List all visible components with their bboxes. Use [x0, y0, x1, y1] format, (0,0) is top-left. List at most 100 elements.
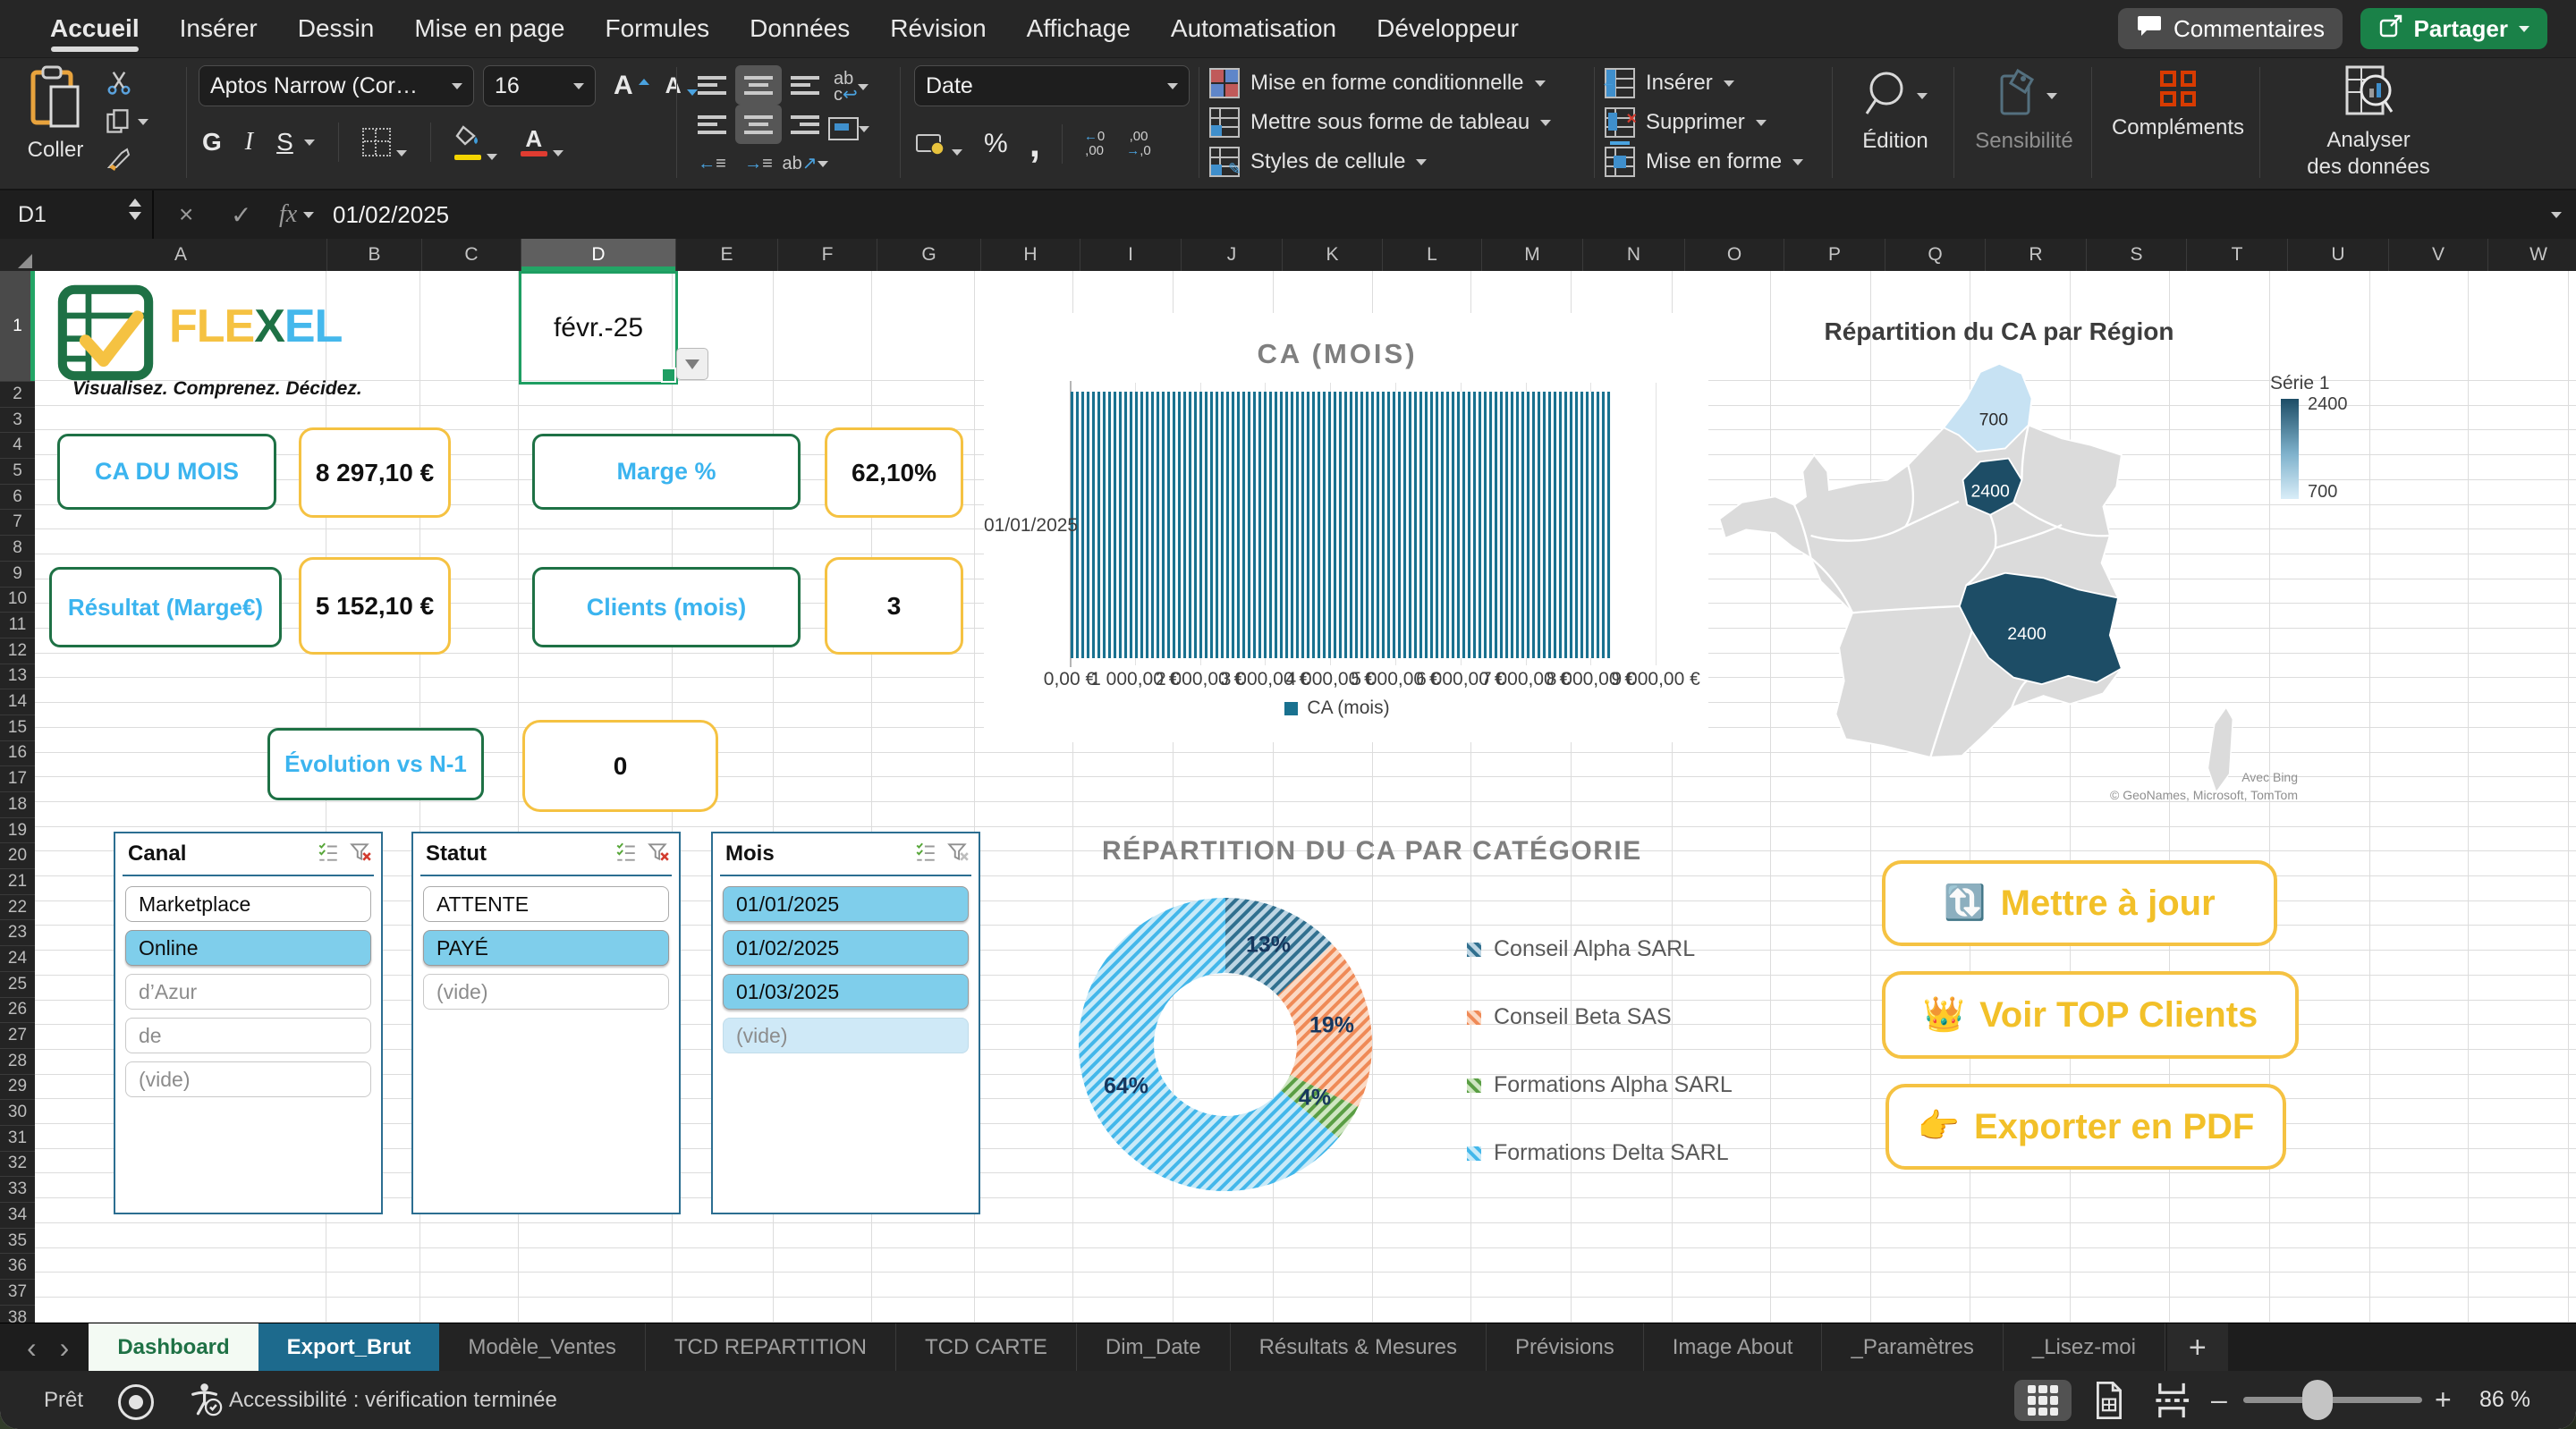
- fill-color-button[interactable]: [454, 124, 497, 160]
- borders-button[interactable]: [362, 128, 407, 156]
- formula-input[interactable]: 01/02/2025: [333, 190, 449, 239]
- column-header-U[interactable]: U: [2288, 239, 2389, 271]
- conditional-formatting-button[interactable]: Mise en forme conditionnelle: [1209, 63, 1592, 103]
- row-header-4[interactable]: 4: [0, 433, 35, 459]
- slicer-item[interactable]: PAYÉ: [423, 930, 669, 966]
- sheet-tab-pr-visions[interactable]: Prévisions: [1487, 1323, 1644, 1372]
- font-size-select[interactable]: 16: [483, 65, 596, 106]
- clear-filter-icon[interactable]: [946, 841, 970, 868]
- column-header-W[interactable]: W: [2488, 239, 2576, 271]
- slicer-item[interactable]: (vide): [125, 1061, 371, 1097]
- decrease-decimal-button[interactable]: ,00→,0: [1126, 130, 1151, 158]
- cancel-icon[interactable]: ×: [179, 190, 193, 239]
- row-header-33[interactable]: 33: [0, 1177, 35, 1203]
- merge-center-button[interactable]: [828, 117, 869, 140]
- cell-styles-button[interactable]: ✎ Styles de cellule: [1209, 142, 1592, 182]
- wrap-text-button[interactable]: abc↩: [834, 71, 869, 103]
- slicer-mois[interactable]: Mois01/01/202501/02/202501/03/2025(vide): [711, 832, 980, 1214]
- row-header-26[interactable]: 26: [0, 998, 35, 1024]
- slicer-item[interactable]: ATTENTE: [423, 886, 669, 922]
- row-header-17[interactable]: 17: [0, 766, 35, 792]
- menu-tab-automatisation[interactable]: Automatisation: [1171, 0, 1336, 57]
- tabs-scroll-right-icon[interactable]: ›: [60, 1332, 70, 1365]
- row-header-10[interactable]: 10: [0, 588, 35, 613]
- menu-tab-d-veloppeur[interactable]: Développeur: [1377, 0, 1519, 57]
- menu-tab-r-vision[interactable]: Révision: [890, 0, 986, 57]
- row-header-1[interactable]: 1: [0, 271, 35, 382]
- data-validation-dropdown[interactable]: [676, 348, 708, 380]
- zoom-out-button[interactable]: –: [2211, 1371, 2227, 1429]
- zoom-slider[interactable]: [2243, 1397, 2422, 1403]
- row-header-21[interactable]: 21: [0, 869, 35, 895]
- row-header-20[interactable]: 20: [0, 843, 35, 869]
- page-layout-view-button[interactable]: [2084, 1380, 2134, 1421]
- sheet-tab-mod-le-ventes[interactable]: Modèle_Ventes: [439, 1323, 645, 1372]
- menu-tab-affichage[interactable]: Affichage: [1027, 0, 1131, 57]
- normal-view-button[interactable]: [2014, 1380, 2072, 1421]
- row-header-34[interactable]: 34: [0, 1203, 35, 1229]
- column-header-K[interactable]: K: [1283, 239, 1383, 271]
- align-right-button[interactable]: [782, 105, 828, 144]
- align-bottom-button[interactable]: [782, 65, 828, 105]
- row-header-23[interactable]: 23: [0, 920, 35, 946]
- menu-tab-accueil[interactable]: Accueil: [50, 0, 140, 57]
- sheet-tab-dashboard[interactable]: Dashboard: [89, 1323, 258, 1372]
- align-center-button[interactable]: [735, 105, 782, 144]
- slicer-item[interactable]: de: [125, 1018, 371, 1053]
- column-header-D[interactable]: D: [521, 239, 676, 271]
- formula-bar-expand-icon[interactable]: [2551, 190, 2562, 239]
- row-header-32[interactable]: 32: [0, 1152, 35, 1178]
- active-cell-d1[interactable]: févr.-25: [519, 271, 678, 385]
- row-header-18[interactable]: 18: [0, 792, 35, 818]
- row-header-31[interactable]: 31: [0, 1126, 35, 1152]
- fill-handle[interactable]: [661, 368, 676, 383]
- increase-decimal-button[interactable]: ←0,00: [1084, 130, 1105, 158]
- sheet-tab-r-sultats-mesures[interactable]: Résultats & Mesures: [1231, 1323, 1487, 1372]
- paste-button[interactable]: Coller: [13, 65, 98, 163]
- donut-chart[interactable]: [1073, 892, 1377, 1196]
- sheet-tab--param-tres[interactable]: _Paramètres: [1822, 1323, 2003, 1372]
- increase-indent-button[interactable]: →≡: [735, 144, 782, 183]
- sheet-tab-image-about[interactable]: Image About: [1644, 1323, 1823, 1372]
- row-header-30[interactable]: 30: [0, 1100, 35, 1126]
- row-header-8[interactable]: 8: [0, 536, 35, 562]
- column-header-F[interactable]: F: [778, 239, 877, 271]
- zoom-percentage[interactable]: 86 %: [2479, 1371, 2530, 1429]
- page-break-view-button[interactable]: [2145, 1380, 2199, 1421]
- row-header-13[interactable]: 13: [0, 664, 35, 690]
- row-header-38[interactable]: 38: [0, 1306, 35, 1323]
- row-header-2[interactable]: 2: [0, 382, 35, 408]
- column-header-C[interactable]: C: [422, 239, 521, 271]
- slicer-canal[interactable]: CanalMarketplaceOnlined’Azurde(vide): [114, 832, 383, 1214]
- menu-tab-formules[interactable]: Formules: [605, 0, 709, 57]
- slicer-item[interactable]: 01/02/2025: [723, 930, 969, 966]
- row-header-3[interactable]: 3: [0, 408, 35, 434]
- insert-function-button[interactable]: fx: [279, 190, 314, 239]
- menu-tab-dessin[interactable]: Dessin: [298, 0, 375, 57]
- zoom-slider-knob[interactable]: [2302, 1380, 2333, 1420]
- sheet-tab-tcd-repartition[interactable]: TCD REPARTITION: [646, 1323, 896, 1372]
- align-top-button[interactable]: [689, 65, 735, 105]
- column-header-H[interactable]: H: [981, 239, 1080, 271]
- column-header-V[interactable]: V: [2389, 239, 2488, 271]
- france-map[interactable]: 700 2400 2400: [1713, 349, 2294, 814]
- slicer-item[interactable]: (vide): [723, 1018, 969, 1053]
- name-box[interactable]: D1: [0, 190, 154, 239]
- row-header-9[interactable]: 9: [0, 562, 35, 588]
- sheet-tab-tcd-carte[interactable]: TCD CARTE: [896, 1323, 1077, 1372]
- column-header-L[interactable]: L: [1383, 239, 1482, 271]
- addins-button[interactable]: Compléments: [2102, 58, 2254, 189]
- increase-font-button[interactable]: A: [614, 71, 649, 101]
- menu-tab-donn-es[interactable]: Données: [750, 0, 850, 57]
- copy-button[interactable]: [106, 108, 148, 135]
- sheet-tab-dim-date[interactable]: Dim_Date: [1077, 1323, 1231, 1372]
- row-header-19[interactable]: 19: [0, 818, 35, 844]
- italic-button[interactable]: I: [245, 128, 253, 156]
- row-header-6[interactable]: 6: [0, 485, 35, 511]
- thousands-separator-button[interactable]: ,: [1030, 135, 1040, 153]
- row-header-35[interactable]: 35: [0, 1229, 35, 1255]
- sheet-tab--lisez-moi[interactable]: _Lisez-moi: [2004, 1323, 2165, 1372]
- column-header-E[interactable]: E: [676, 239, 778, 271]
- slicer-item[interactable]: d’Azur: [125, 974, 371, 1010]
- row-header-5[interactable]: 5: [0, 459, 35, 485]
